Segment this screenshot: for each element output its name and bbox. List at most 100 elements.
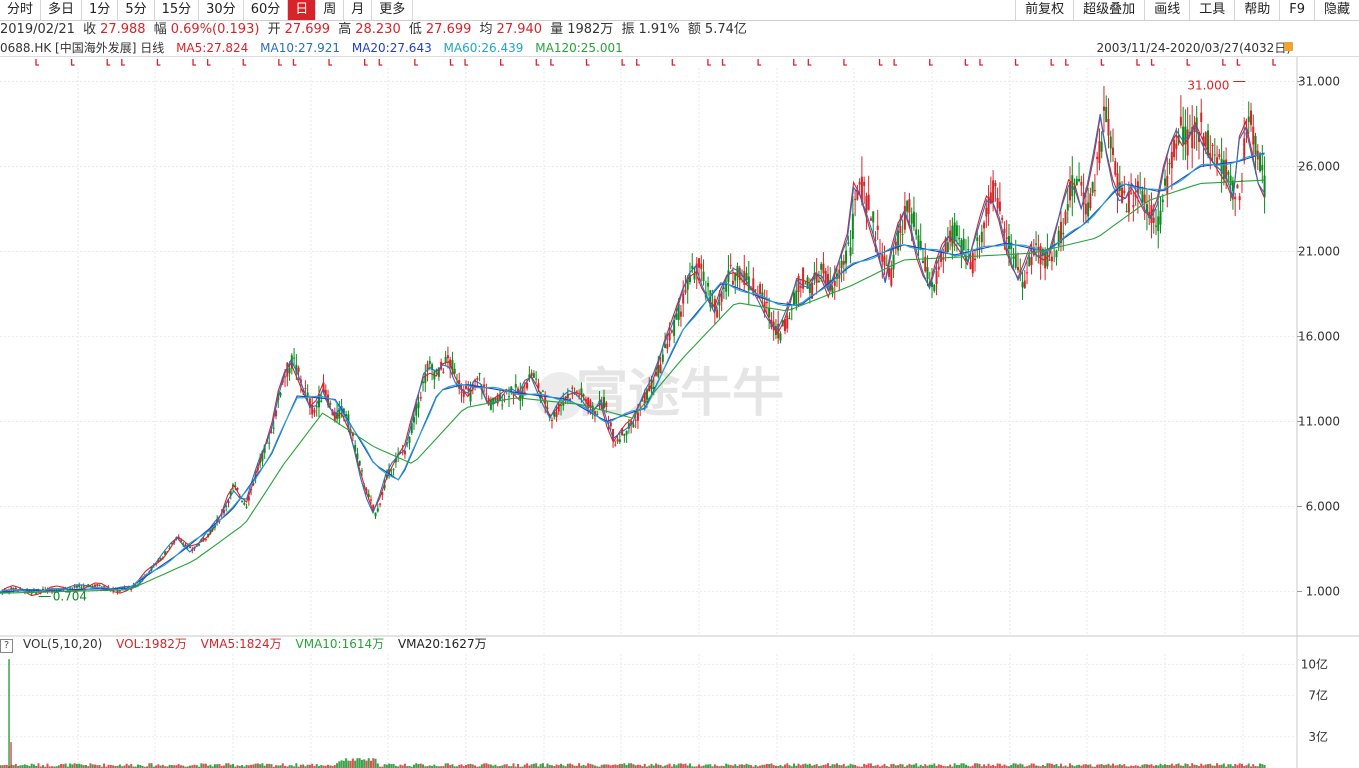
period-tab-7[interactable]: 日 (288, 0, 317, 20)
tool-menu-item-4[interactable]: 帮助 (1234, 0, 1279, 20)
volume-bar (783, 764, 786, 768)
candle-body (666, 343, 669, 349)
volume-bar (1204, 764, 1207, 768)
volume-bar (1159, 763, 1162, 768)
volume-tick-label: 3亿 (1308, 729, 1328, 744)
tool-menu-item-1[interactable]: 超级叠加 (1073, 0, 1144, 20)
volume-bar (974, 763, 977, 768)
candle-body (817, 280, 820, 283)
candle-body (442, 371, 445, 373)
candle-body (892, 254, 895, 270)
volume-bar (560, 763, 563, 768)
volume-bar (657, 764, 660, 768)
candle-body (1121, 187, 1124, 203)
volume-bar (1118, 764, 1121, 768)
candle-body (863, 181, 866, 186)
candle-body (625, 430, 628, 435)
volume-bar (136, 764, 139, 768)
period-tab-4[interactable]: 15分 (155, 0, 200, 20)
candle-body (901, 234, 904, 236)
period-tab-5[interactable]: 30分 (199, 0, 244, 20)
candle-body (1179, 116, 1182, 126)
volume-bar (1143, 764, 1146, 768)
date-range: 2003/11/24-2020/03/27(4032日) (1096, 41, 1291, 55)
lock-icon[interactable] (1284, 42, 1293, 51)
period-tab-9[interactable]: 月 (344, 0, 373, 20)
volume-tick-label: 7亿 (1308, 687, 1328, 702)
volume-bar (679, 763, 682, 768)
candle-body (1157, 216, 1160, 232)
candle-body (75, 585, 78, 588)
volume-bar (1003, 764, 1006, 768)
candle-body (1229, 175, 1232, 186)
candle-body (822, 263, 825, 274)
tool-menu-item-3[interactable]: 工具 (1189, 0, 1234, 20)
volume-bar (937, 764, 940, 768)
candle-body (707, 282, 710, 287)
volume-bar (1123, 764, 1126, 768)
candle-body (293, 357, 296, 359)
open-label: 开 (267, 22, 281, 37)
candle-body (992, 180, 995, 203)
period-tab-2[interactable]: 1分 (82, 0, 119, 20)
volume-bar (928, 764, 931, 768)
volume-bar (949, 764, 952, 768)
volume-bar (804, 763, 807, 768)
candle-body (605, 402, 608, 407)
period-tab-6[interactable]: 60分 (244, 0, 289, 20)
kline-chart[interactable]: 31.000 26.000 21.000 16.000 11.000 6.000 1.000… (0, 56, 1359, 768)
volume-bar (627, 763, 630, 768)
candle-body (304, 388, 307, 390)
volume-bar (392, 764, 395, 768)
volume-bar (1177, 763, 1180, 768)
candle-body (847, 242, 850, 244)
volume-bar (603, 764, 606, 768)
candle-body (1236, 184, 1239, 189)
period-tab-3[interactable]: 5分 (118, 0, 155, 20)
candle-body (670, 330, 673, 333)
period-tab-0[interactable]: 分时 (0, 0, 42, 20)
volume-bar (1046, 763, 1049, 768)
period-tab-8[interactable]: 周 (316, 0, 345, 20)
candle-body (514, 383, 517, 388)
candle-body (1109, 136, 1112, 149)
tool-menu-item-0[interactable]: 前复权 (1015, 0, 1073, 20)
event-marker (621, 59, 626, 66)
candle-body (1080, 181, 1083, 186)
candle-body (1123, 190, 1126, 193)
candle-body (974, 258, 977, 261)
event-marker (464, 59, 469, 66)
candle-body (623, 433, 626, 436)
volume-bar (14, 763, 17, 768)
stock-code[interactable]: 0688.HK [中国海外发展] 日线 (0, 41, 164, 55)
volume-bar (1222, 763, 1225, 768)
candle-body (1062, 232, 1065, 235)
period-tab-10[interactable]: 更多 (372, 0, 414, 20)
candle-body (842, 260, 845, 265)
volume-bar (1107, 763, 1110, 768)
volume-bar (130, 764, 133, 768)
volume-bar (75, 763, 78, 768)
volume-bar (614, 764, 617, 768)
candle-body (698, 258, 701, 268)
volume-bar (485, 763, 488, 768)
candle-body (1182, 126, 1185, 144)
candle-body (288, 368, 291, 374)
volume-bar (46, 763, 49, 768)
volume-bar (668, 763, 671, 768)
volume-bar (1112, 763, 1115, 768)
tool-menu-item-5[interactable]: F9 (1279, 0, 1314, 20)
low-label: 低 (408, 22, 422, 37)
tool-menu-item-2[interactable]: 画线 (1144, 0, 1189, 20)
volume-bar (460, 764, 463, 768)
price-tick-label: 16.000 (1298, 330, 1340, 344)
candle-body (478, 373, 481, 375)
candle-body (1078, 178, 1081, 182)
volume-bar (650, 763, 653, 768)
help-icon[interactable]: ? (0, 639, 13, 653)
volume-bar (589, 763, 592, 768)
candle-body (779, 333, 782, 341)
volume-bar (607, 764, 610, 768)
period-tab-1[interactable]: 多日 (41, 0, 83, 20)
tool-menu-item-6[interactable]: 隐藏 (1313, 0, 1359, 20)
